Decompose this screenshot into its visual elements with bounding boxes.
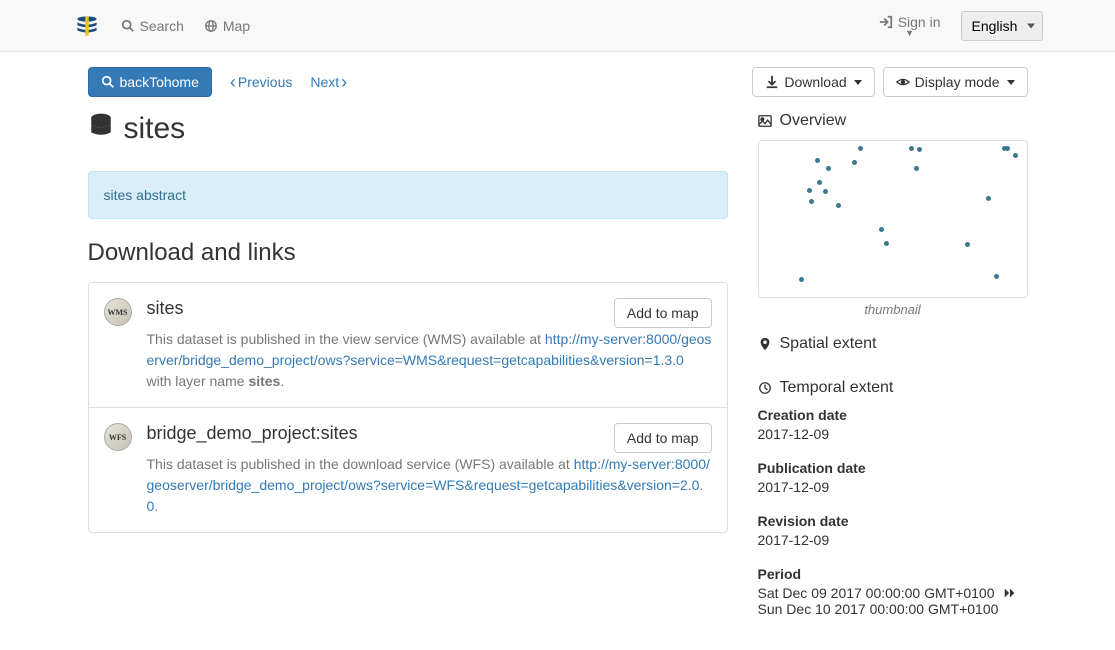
- link-title: bridge_demo_project:sites: [147, 423, 358, 444]
- temporal-extent-heading: Temporal extent: [758, 379, 1028, 397]
- creation-date-label: Creation date: [758, 407, 1028, 423]
- previous-link[interactable]: Previous: [230, 74, 292, 90]
- downloads-heading: Download and links: [88, 239, 728, 267]
- image-icon: [758, 114, 772, 128]
- period-start-value: Sat Dec 09 2017 00:00:00 GMT+0100: [758, 585, 995, 601]
- link-item: WFS bridge_demo_project:sites Add to map…: [89, 408, 727, 532]
- logo: [73, 12, 101, 40]
- toolbar: backTohome Previous Next Download Displa…: [88, 67, 1028, 97]
- overview-heading: Overview: [758, 112, 1028, 130]
- caret-down-icon: ▼: [905, 28, 914, 38]
- map-link[interactable]: Map: [204, 18, 250, 34]
- download-icon: [765, 75, 779, 89]
- link-description: This dataset is published in the downloa…: [147, 454, 712, 517]
- map-label: Map: [223, 18, 250, 34]
- marker-icon: [758, 337, 772, 351]
- display-mode-button[interactable]: Display mode: [883, 67, 1028, 97]
- link-item: WMS sites Add to map This dataset is pub…: [89, 283, 727, 408]
- abstract-box: sites abstract: [88, 171, 728, 219]
- search-label: Search: [140, 18, 184, 34]
- page-title-text: sites: [124, 112, 186, 146]
- back-label: backTohome: [120, 74, 199, 90]
- display-mode-label: Display mode: [915, 74, 1000, 90]
- language-select[interactable]: English: [961, 11, 1043, 41]
- revision-date-value: 2017-12-09: [758, 532, 1028, 548]
- download-button[interactable]: Download: [752, 67, 874, 97]
- download-label: Download: [784, 74, 846, 90]
- caret-down-icon: [854, 80, 862, 85]
- add-to-map-button[interactable]: Add to map: [614, 423, 712, 453]
- creation-date-value: 2017-12-09: [758, 426, 1028, 442]
- eye-icon: [896, 75, 910, 89]
- globe-icon: [204, 19, 218, 33]
- period-end-value: Sun Dec 10 2017 00:00:00 GMT+0100: [758, 601, 1028, 617]
- signin-icon: [879, 15, 893, 29]
- links-panel: WMS sites Add to map This dataset is pub…: [88, 282, 728, 533]
- link-description: This dataset is published in the view se…: [147, 329, 712, 392]
- caret-down-icon: [1007, 80, 1015, 85]
- database-icon: [88, 112, 114, 146]
- search-icon: [121, 19, 135, 33]
- spatial-extent-heading: Spatial extent: [758, 335, 1028, 353]
- navbar: Search Map Sign in ▼ English: [0, 0, 1115, 52]
- page-title: sites: [88, 112, 728, 146]
- add-to-map-button[interactable]: Add to map: [614, 298, 712, 328]
- period-label: Period: [758, 566, 1028, 582]
- signin-label: Sign in: [898, 14, 941, 30]
- forward-icon: [1003, 586, 1017, 600]
- next-link[interactable]: Next: [310, 74, 347, 90]
- revision-date-label: Revision date: [758, 513, 1028, 529]
- thumbnail-label: thumbnail: [758, 302, 1028, 317]
- link-title: sites: [147, 298, 184, 319]
- back-button[interactable]: backTohome: [88, 67, 212, 97]
- search-icon: [101, 75, 115, 89]
- clock-icon: [758, 381, 772, 395]
- publication-date-label: Publication date: [758, 460, 1028, 476]
- wms-badge: WMS: [104, 298, 132, 326]
- publication-date-value: 2017-12-09: [758, 479, 1028, 495]
- search-link[interactable]: Search: [121, 18, 184, 34]
- overview-thumbnail: [758, 140, 1028, 298]
- wfs-badge: WFS: [104, 423, 132, 451]
